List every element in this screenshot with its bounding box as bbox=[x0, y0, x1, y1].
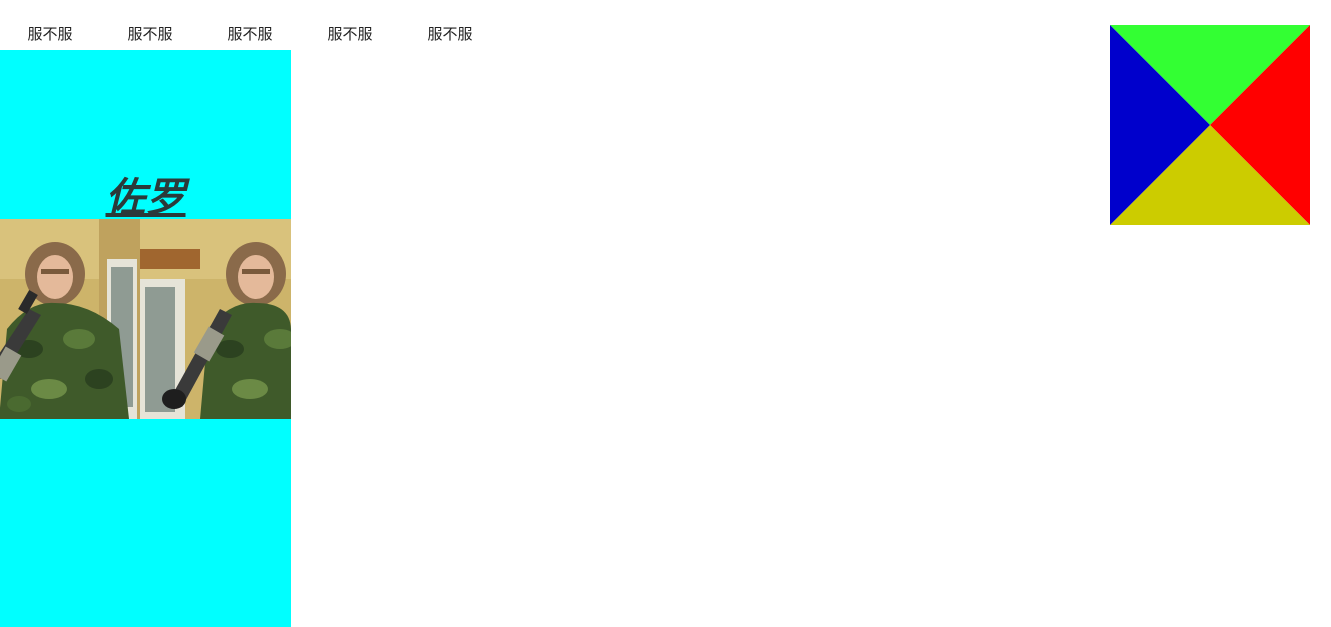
quad-color-square bbox=[1110, 25, 1310, 225]
photo-strip bbox=[0, 219, 291, 419]
page: 服不服 服不服 服不服 服不服 服不服 佐罗 bbox=[0, 0, 1331, 627]
photo-tile bbox=[140, 219, 291, 419]
nav-item-5[interactable]: 服不服 bbox=[400, 22, 500, 46]
sidebar-heading: 佐罗 bbox=[105, 175, 186, 221]
nav-item-2[interactable]: 服不服 bbox=[100, 22, 200, 46]
sidebar-panel: 佐罗 bbox=[0, 50, 291, 627]
nav-item-1[interactable]: 服不服 bbox=[0, 22, 100, 46]
photo-image bbox=[0, 219, 140, 419]
photo-tile bbox=[0, 219, 140, 419]
nav-item-4[interactable]: 服不服 bbox=[300, 22, 400, 46]
top-nav: 服不服 服不服 服不服 服不服 服不服 bbox=[0, 22, 500, 46]
nav-item-3[interactable]: 服不服 bbox=[200, 22, 300, 46]
photo-image bbox=[140, 219, 291, 419]
